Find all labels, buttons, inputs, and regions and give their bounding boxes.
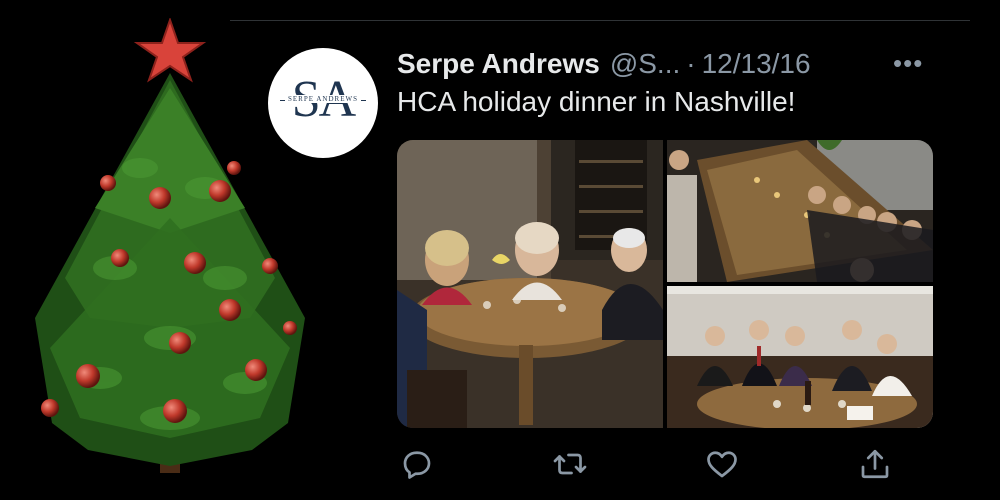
more-options-icon[interactable]: ••• [893, 48, 923, 79]
photo-1[interactable] [397, 140, 663, 428]
tweet-text: HCA holiday dinner in Nashville! [397, 86, 796, 117]
share-button[interactable] [855, 444, 895, 484]
photo-3[interactable] [667, 286, 933, 428]
author-handle[interactable]: @S... [610, 48, 680, 80]
author-name[interactable]: Serpe Andrews [397, 48, 600, 80]
like-button[interactable] [702, 444, 742, 484]
avatar-subtitle: SERPE ANDREWS [268, 95, 378, 103]
avatar-subtitle-text: SERPE ANDREWS [285, 95, 361, 103]
share-icon [861, 449, 889, 479]
reply-button[interactable] [397, 444, 437, 484]
tweet-header: Serpe Andrews @S... · 12/13/16 [397, 44, 811, 84]
reply-icon [403, 451, 431, 479]
like-icon [707, 451, 737, 478]
retweet-button[interactable] [550, 444, 590, 484]
tweet-date[interactable]: 12/13/16 [702, 48, 811, 80]
avatar[interactable]: SA SERPE ANDREWS [268, 48, 378, 158]
tweet-actions [0, 444, 1000, 484]
top-divider [230, 20, 970, 21]
photo-2[interactable] [667, 140, 933, 282]
header-separator: · [686, 48, 696, 79]
retweet-icon [553, 453, 587, 475]
media-grid [397, 140, 933, 428]
